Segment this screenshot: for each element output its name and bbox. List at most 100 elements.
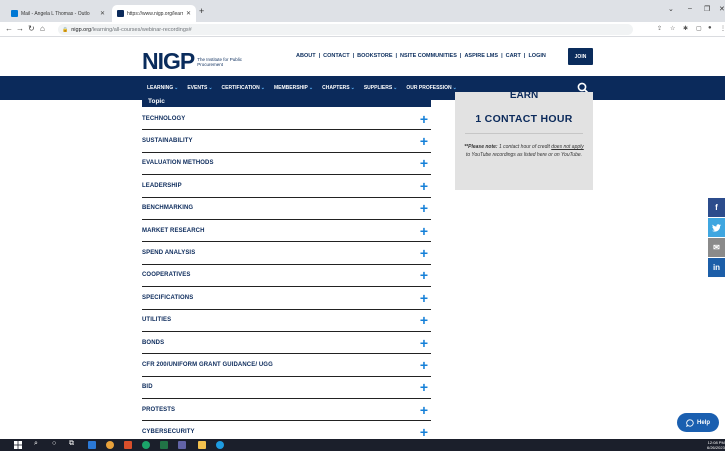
url-path: /learning/all-courses/webinar-recordings… bbox=[91, 26, 192, 33]
extensions-icon[interactable]: ✱ bbox=[683, 25, 688, 32]
plus-icon[interactable]: + bbox=[417, 224, 431, 238]
plus-icon[interactable]: + bbox=[417, 313, 431, 327]
top-link-cart[interactable]: CART bbox=[506, 53, 521, 59]
topic-row-utilities[interactable]: UTILITIES + bbox=[142, 310, 431, 332]
url-field[interactable]: 🔒 nigp.org /learning/all-courses/webinar… bbox=[58, 24, 633, 35]
nav-item-membership[interactable]: MEMBERSHIP⌄ bbox=[274, 85, 313, 91]
linkedin-share-button[interactable]: in bbox=[708, 258, 725, 277]
topic-row-leadership[interactable]: LEADERSHIP + bbox=[142, 175, 431, 198]
plus-icon[interactable]: + bbox=[417, 156, 431, 170]
task-view-icon[interactable]: ⧉ bbox=[69, 440, 74, 448]
browser-tab-nigp[interactable]: https://www.nigp.org/learning/w ✕ bbox=[112, 5, 196, 22]
file-explorer-icon[interactable] bbox=[198, 441, 206, 449]
chevron-down-icon: ⌄ bbox=[174, 85, 179, 91]
topic-label: UTILITIES bbox=[142, 317, 172, 324]
browser-tab-mail[interactable]: Mail - Angela L Thomas - Outlo ✕ bbox=[6, 5, 110, 22]
profile-icon[interactable]: ● bbox=[708, 25, 712, 31]
plus-icon[interactable]: + bbox=[417, 380, 431, 394]
topic-row-sustainability[interactable]: SUSTAINABILITY + bbox=[142, 130, 431, 153]
top-link-bookstore[interactable]: BOOKSTORE bbox=[357, 53, 392, 59]
topic-row-bonds[interactable]: BONDS + bbox=[142, 332, 431, 355]
menu-kebab-icon[interactable]: ⋮ bbox=[720, 25, 725, 32]
topic-row-protests[interactable]: PROTESTS + bbox=[142, 399, 431, 422]
top-link-contact[interactable]: CONTACT bbox=[323, 53, 349, 59]
topic-row-bid[interactable]: BID + bbox=[142, 377, 431, 400]
topic-row-spend-analysis[interactable]: SPEND ANALYSIS + bbox=[142, 242, 431, 265]
help-label: Help bbox=[696, 419, 710, 426]
note-text: to YouTube recordings as listed here or … bbox=[465, 152, 583, 158]
nav-item-our-profession[interactable]: OUR PROFESSION⌄ bbox=[406, 85, 457, 91]
plus-icon[interactable]: + bbox=[417, 403, 431, 417]
plus-icon[interactable]: + bbox=[417, 336, 431, 350]
nav-item-chapters[interactable]: CHAPTERS⌄ bbox=[322, 85, 355, 91]
nav-item-events[interactable]: EVENTS⌄ bbox=[187, 85, 212, 91]
close-tab-icon[interactable]: ✕ bbox=[186, 10, 191, 17]
nigp-logo[interactable]: NIGP The Institute for Public Procuremen… bbox=[142, 48, 247, 75]
search-icon[interactable]: ⌕ bbox=[34, 440, 38, 448]
forward-icon[interactable]: → bbox=[16, 24, 24, 33]
plus-icon[interactable]: + bbox=[417, 291, 431, 305]
top-link-login[interactable]: LOGIN bbox=[528, 53, 545, 59]
plus-icon[interactable]: + bbox=[417, 201, 431, 215]
contact-hour-heading: 1 CONTACT HOUR bbox=[475, 113, 573, 125]
home-icon[interactable]: ⌂ bbox=[40, 24, 45, 33]
plus-icon[interactable]: + bbox=[417, 268, 431, 282]
separator: | bbox=[395, 53, 398, 59]
email-share-button[interactable]: ✉ bbox=[708, 238, 725, 257]
top-link-about[interactable]: ABOUT bbox=[296, 53, 316, 59]
topic-row-cfr-200[interactable]: CFR 200/UNIFORM GRANT GUIDANCE/ UGG + bbox=[142, 354, 431, 377]
topic-label: TECHNOLOGY bbox=[142, 115, 186, 122]
browser-tabstrip: Mail - Angela L Thomas - Outlo ✕ https:/… bbox=[0, 0, 725, 22]
nav-item-certification[interactable]: CERTIFICATION⌄ bbox=[222, 85, 265, 91]
nav-item-learning[interactable]: LEARNING⌄ bbox=[147, 85, 178, 91]
minimize-icon[interactable]: – bbox=[688, 5, 692, 12]
sidebar-icon[interactable]: ▢ bbox=[696, 25, 702, 32]
topic-label: MARKET RESEARCH bbox=[142, 227, 205, 234]
back-icon[interactable]: ← bbox=[5, 24, 13, 33]
system-clock[interactable]: 12:08 PM 6/26/2023 bbox=[707, 440, 725, 450]
excel-app-icon[interactable] bbox=[160, 441, 168, 449]
plus-icon[interactable]: + bbox=[417, 179, 431, 193]
topic-row-market-research[interactable]: MARKET RESEARCH + bbox=[142, 220, 431, 243]
reload-icon[interactable]: ↻ bbox=[28, 24, 35, 33]
plus-icon[interactable]: + bbox=[417, 358, 431, 372]
facebook-share-button[interactable]: f bbox=[708, 198, 725, 217]
close-window-icon[interactable]: ✕ bbox=[719, 5, 725, 13]
new-tab-icon[interactable]: + bbox=[199, 6, 204, 16]
earn-credit-panel: EARN 1 CONTACT HOUR **Please note: 1 con… bbox=[455, 90, 593, 190]
pdf-app-icon[interactable] bbox=[124, 441, 132, 449]
join-button[interactable]: JOIN bbox=[568, 48, 593, 65]
topic-label: EVALUATION METHODS bbox=[142, 160, 214, 167]
share-icon[interactable]: ⇪ bbox=[657, 25, 662, 32]
restore-icon[interactable]: ❐ bbox=[704, 5, 710, 13]
separator: | bbox=[352, 53, 355, 59]
top-link-nsite[interactable]: NSITE COMMUNITIES bbox=[400, 53, 457, 59]
plus-icon[interactable]: + bbox=[417, 246, 431, 260]
teams-app-icon[interactable] bbox=[178, 441, 186, 449]
app-icon[interactable] bbox=[142, 441, 150, 449]
close-tab-icon[interactable]: ✕ bbox=[100, 10, 105, 17]
windows-start-icon[interactable] bbox=[14, 441, 22, 449]
outlook-app-icon[interactable] bbox=[88, 441, 96, 449]
separator: | bbox=[501, 53, 503, 59]
nav-label: MEMBERSHIP bbox=[274, 85, 308, 91]
help-button[interactable]: Help bbox=[677, 413, 719, 432]
chrome-app-icon[interactable] bbox=[106, 441, 114, 449]
topic-row-cooperatives[interactable]: COOPERATIVES + bbox=[142, 265, 431, 288]
topic-row-technology[interactable]: TECHNOLOGY + bbox=[142, 108, 431, 131]
edge-app-icon[interactable] bbox=[216, 441, 224, 449]
bookmark-star-icon[interactable]: ☆ bbox=[670, 25, 675, 32]
twitter-share-button[interactable] bbox=[708, 218, 725, 237]
topic-row-evaluation-methods[interactable]: EVALUATION METHODS + bbox=[142, 153, 431, 176]
note-bold: **Please note: bbox=[464, 144, 498, 150]
topic-row-benchmarking[interactable]: BENCHMARKING + bbox=[142, 198, 431, 220]
plus-icon[interactable]: + bbox=[417, 134, 431, 148]
cortana-icon[interactable]: ○ bbox=[52, 440, 56, 447]
nav-item-suppliers[interactable]: SUPPLIERS⌄ bbox=[364, 85, 398, 91]
nav-label: CERTIFICATION bbox=[221, 85, 260, 91]
plus-icon[interactable]: + bbox=[417, 112, 431, 126]
plus-icon[interactable]: + bbox=[417, 425, 431, 439]
topic-row-specifications[interactable]: SPECIFICATIONS + bbox=[142, 287, 431, 310]
top-link-aspire[interactable]: ASPIRE LMS bbox=[464, 53, 498, 59]
chevron-down-icon[interactable]: ⌄ bbox=[668, 5, 674, 13]
